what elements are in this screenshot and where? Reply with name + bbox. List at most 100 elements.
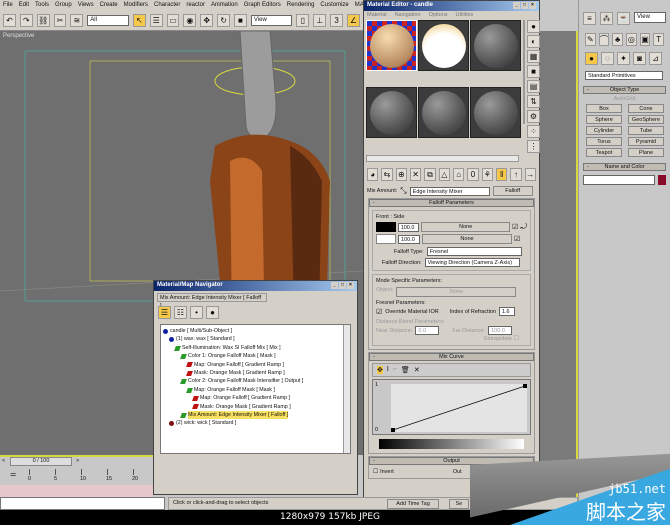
small-icons-icon[interactable]: • bbox=[190, 306, 203, 319]
extrapolate-checkbox[interactable]: ☐ bbox=[514, 336, 519, 342]
assign-to-selection-icon[interactable]: ⊕ bbox=[395, 168, 407, 181]
minimize-button[interactable]: _ bbox=[331, 282, 338, 289]
navigator-titlebar[interactable]: Material/Map Navigator _ □ × bbox=[154, 281, 357, 291]
primitive-torus-button[interactable]: Torus bbox=[586, 137, 622, 146]
sample-slot-6[interactable] bbox=[470, 87, 521, 138]
menu-create[interactable]: Create bbox=[100, 2, 118, 9]
redo-icon[interactable]: ↷ bbox=[19, 14, 33, 27]
pick-material-icon[interactable]: ⤡ bbox=[400, 186, 406, 196]
curve-graph[interactable]: 1 0 bbox=[372, 379, 531, 435]
navigator-icon[interactable]: ⋮ bbox=[527, 140, 540, 153]
move-icon[interactable]: ✥ bbox=[200, 14, 214, 27]
filter-icon[interactable]: ⚌ bbox=[10, 470, 16, 478]
name-color-rollout[interactable]: - Name and Color bbox=[583, 163, 666, 171]
tree-node[interactable]: Map: Orange Falloff [ Gradient Ramp ] bbox=[163, 361, 348, 369]
menu-edit[interactable]: Edit bbox=[19, 2, 29, 9]
menu-reactor[interactable]: reactor bbox=[186, 2, 205, 9]
lights-icon[interactable]: ✦ bbox=[617, 52, 630, 65]
view-list-icon[interactable]: ☰ bbox=[158, 306, 171, 319]
options-icon[interactable]: ⚙ bbox=[527, 110, 540, 123]
mirror-icon[interactable]: ⊥ bbox=[313, 14, 327, 27]
make-preview-icon[interactable]: ⇅ bbox=[527, 95, 540, 108]
me-menu-navigation[interactable]: Navigation bbox=[395, 12, 421, 18]
scale-point-icon[interactable]: I bbox=[387, 366, 389, 374]
menu-graph-editors[interactable]: Graph Editors bbox=[244, 2, 281, 9]
ref-coord-dropdown[interactable]: View bbox=[250, 15, 293, 26]
go-sibling-icon[interactable]: → bbox=[524, 168, 536, 181]
selection-filter-dropdown[interactable]: All bbox=[87, 15, 129, 26]
object-type-rollout[interactable]: - Object Type bbox=[583, 86, 666, 94]
get-material-icon[interactable]: ◕ bbox=[367, 168, 379, 181]
motion-tab-icon[interactable]: ◎ bbox=[626, 33, 637, 46]
swap-colors-icon[interactable]: ⤾ bbox=[520, 222, 527, 232]
show-end-result-icon[interactable]: ‖ bbox=[495, 168, 508, 181]
time-slider-next[interactable]: > bbox=[76, 458, 79, 464]
side-map-button[interactable]: None bbox=[422, 234, 512, 244]
maximize-button[interactable]: □ bbox=[339, 282, 346, 289]
mix-curve-header[interactable]: - Mix Curve bbox=[369, 353, 534, 361]
menu-file[interactable]: File bbox=[3, 2, 13, 9]
tree-node[interactable]: Mask: Orange Mask [ Gradient Ramp ] bbox=[163, 369, 348, 377]
show-map-icon[interactable]: ⚘ bbox=[481, 168, 493, 181]
material-effects-icon[interactable]: 0 bbox=[467, 168, 479, 181]
side-map-checkbox[interactable]: ☑ bbox=[514, 235, 520, 243]
scale-icon[interactable]: ■ bbox=[234, 14, 247, 27]
set-key-button[interactable]: Se bbox=[449, 499, 469, 509]
utilities-tab-icon[interactable]: T bbox=[653, 33, 665, 46]
time-slider-prev[interactable]: < bbox=[2, 458, 5, 464]
select-by-name-icon[interactable]: ☰ bbox=[149, 14, 163, 27]
key-track[interactable] bbox=[0, 485, 153, 497]
material-editor-titlebar[interactable]: Material Editor - candle _ □ × bbox=[364, 1, 539, 11]
me-menu-utilities[interactable]: Utilities bbox=[456, 12, 474, 18]
front-map-checkbox[interactable]: ☑ bbox=[512, 223, 518, 231]
backlight-icon[interactable]: ◐ bbox=[527, 35, 540, 48]
move-point-icon[interactable]: ✥ bbox=[377, 366, 383, 374]
menu-customize[interactable]: Customize bbox=[320, 2, 348, 9]
tree-scrollbar[interactable] bbox=[343, 325, 350, 453]
close-button[interactable]: × bbox=[347, 282, 354, 289]
menu-group[interactable]: Group bbox=[55, 2, 72, 9]
primitive-type-dropdown[interactable]: Standard Primitives bbox=[585, 71, 663, 80]
maximize-button[interactable]: □ bbox=[521, 2, 528, 9]
sample-slot-4[interactable] bbox=[366, 87, 417, 138]
add-time-tag-button[interactable]: Add Time Tag bbox=[387, 499, 439, 509]
side-amount-spinner[interactable]: 100.0 bbox=[398, 234, 420, 244]
menu-character[interactable]: Character bbox=[154, 2, 180, 9]
far-distance-spinner[interactable]: 100.0 bbox=[488, 326, 513, 335]
tree-node[interactable]: candle [ Multi/Sub-Object ] bbox=[163, 327, 348, 335]
helpers-icon[interactable]: ⊿ bbox=[649, 52, 662, 65]
shapes-icon[interactable]: ◌ bbox=[601, 52, 614, 65]
cameras-icon[interactable]: ◙ bbox=[633, 52, 646, 65]
uv-tiling-icon[interactable]: ■ bbox=[527, 65, 540, 78]
put-to-scene-icon[interactable]: ⇆ bbox=[381, 168, 393, 181]
geometry-icon[interactable]: ● bbox=[585, 52, 598, 65]
render-view-dropdown[interactable]: View bbox=[634, 12, 666, 23]
undo-icon[interactable]: ↶ bbox=[3, 14, 16, 27]
front-color-swatch[interactable] bbox=[376, 222, 396, 232]
override-ior-checkbox[interactable]: ☑ bbox=[376, 308, 382, 316]
time-slider[interactable]: < 0 / 100 > bbox=[0, 455, 153, 467]
primitive-tube-button[interactable]: Tube bbox=[628, 126, 664, 135]
unique-icon[interactable]: △ bbox=[438, 168, 450, 181]
falloff-parameters-header[interactable]: - Falloff Parameters bbox=[369, 199, 534, 207]
close-button[interactable]: × bbox=[529, 2, 536, 9]
hierarchy-tab-icon[interactable]: ♣ bbox=[612, 33, 624, 46]
tree-node[interactable]: Map: Orange Falloff [ Gradient Ramp ] bbox=[163, 394, 348, 402]
tree-node[interactable]: Mask: Orange Mask [ Gradient Ramp ] bbox=[163, 403, 348, 411]
front-map-button[interactable]: None bbox=[421, 222, 511, 232]
go-parent-icon[interactable]: ↑ bbox=[510, 168, 522, 181]
sample-slot-5[interactable] bbox=[418, 87, 469, 138]
sample-slot-2[interactable] bbox=[418, 20, 469, 71]
copy-material-icon[interactable]: ⧉ bbox=[424, 168, 436, 181]
me-menu-material[interactable]: Material bbox=[367, 12, 387, 18]
unlink-icon[interactable]: ✂ bbox=[53, 14, 67, 27]
rect-selection-icon[interactable]: ▭ bbox=[166, 14, 180, 27]
primitive-teapot-button[interactable]: Teapot bbox=[586, 148, 622, 157]
select-by-material-icon[interactable]: ⁘ bbox=[527, 125, 540, 138]
map-type-button[interactable]: Falloff bbox=[492, 186, 533, 196]
view-list-icons-icon[interactable]: ☷ bbox=[174, 306, 187, 319]
track-bar[interactable]: ⚌ 0 5 10 15 20 bbox=[0, 467, 153, 485]
menu-tools[interactable]: Tools bbox=[35, 2, 49, 9]
primitive-cone-button[interactable]: Cone bbox=[628, 104, 664, 113]
primitive-sphere-button[interactable]: Sphere bbox=[586, 115, 622, 124]
